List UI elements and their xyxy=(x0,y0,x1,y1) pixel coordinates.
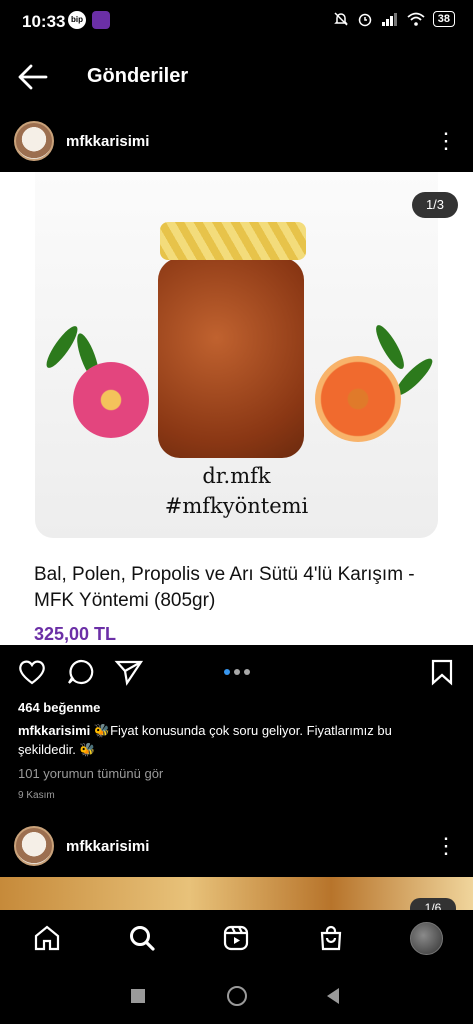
home-button[interactable] xyxy=(227,986,247,1006)
product-card[interactable]: dr.mfk #mfkyöntemi 1/3 Bal, Polen, Propo… xyxy=(0,172,473,645)
back-button[interactable] xyxy=(16,62,50,92)
reels-icon[interactable] xyxy=(222,924,250,952)
post-username[interactable]: mfkkarisimi xyxy=(66,838,149,855)
image-counter: 1/3 xyxy=(412,192,458,218)
avatar[interactable] xyxy=(14,121,54,161)
status-icons: 38 xyxy=(333,11,455,27)
battery-indicator: 38 xyxy=(432,11,455,27)
shop-icon[interactable] xyxy=(317,924,345,952)
caption-username[interactable]: mfkkarisimi xyxy=(18,723,90,738)
post-username[interactable]: mfkkarisimi xyxy=(66,133,149,150)
photo-caption-line1: dr.mfk xyxy=(202,464,271,488)
bip-app-icon: bip xyxy=(68,11,86,29)
post-image-preview[interactable] xyxy=(0,877,473,912)
back-arrow-icon xyxy=(18,64,48,90)
product-title: Bal, Polen, Propolis ve Arı Sütü 4'lü Ka… xyxy=(34,564,415,611)
signal-icon xyxy=(381,13,397,26)
alarm-icon xyxy=(358,13,371,27)
system-nav-bar xyxy=(0,968,473,1024)
back-button-system[interactable] xyxy=(325,987,341,1005)
avatar[interactable] xyxy=(14,826,54,866)
search-icon[interactable] xyxy=(128,924,156,952)
post-date: 9 Kasım xyxy=(18,790,55,801)
status-time: 10:33 xyxy=(22,12,66,31)
app-notification-icon xyxy=(92,11,110,29)
carousel-dot xyxy=(234,669,240,675)
share-icon[interactable] xyxy=(114,658,144,686)
profile-avatar[interactable] xyxy=(410,922,443,955)
honey-jar xyxy=(158,258,304,458)
recents-button[interactable] xyxy=(131,989,145,1003)
bookmark-icon[interactable] xyxy=(430,658,454,686)
home-icon[interactable] xyxy=(33,924,61,952)
post-header: mfkkarisimi ⋮ xyxy=(0,115,473,171)
post-caption: mfkkarisimi 🐝Fiyat konusunda çok soru ge… xyxy=(18,721,448,759)
page-title: Gönderiler xyxy=(87,65,189,87)
orange-flower xyxy=(315,356,401,442)
heart-icon[interactable] xyxy=(17,658,47,686)
product-image: dr.mfk #mfkyöntemi xyxy=(35,172,438,538)
top-nav: Gönderiler xyxy=(0,50,473,106)
mute-icon xyxy=(333,12,348,26)
more-icon[interactable]: ⋮ xyxy=(434,834,458,858)
jar-lid xyxy=(160,222,306,260)
view-comments-link[interactable]: 101 yorumun tümünü gör xyxy=(18,766,163,781)
like-count[interactable]: 464 beğenme xyxy=(18,700,100,715)
post-header-2: mfkkarisimi ⋮ xyxy=(0,818,473,874)
more-icon[interactable]: ⋮ xyxy=(434,129,458,153)
comment-icon[interactable] xyxy=(66,658,96,686)
product-price: 325,00 TL xyxy=(34,624,117,644)
status-bar: 10:33 bip 38 xyxy=(0,0,473,42)
photo-caption-line2: #mfkyöntemi xyxy=(164,494,309,518)
bottom-nav xyxy=(0,910,473,968)
wifi-icon xyxy=(407,12,425,26)
carousel-dot xyxy=(244,669,250,675)
carousel-dot-active xyxy=(224,669,230,675)
pink-flower xyxy=(73,362,149,438)
leaf-decoration xyxy=(41,322,83,372)
